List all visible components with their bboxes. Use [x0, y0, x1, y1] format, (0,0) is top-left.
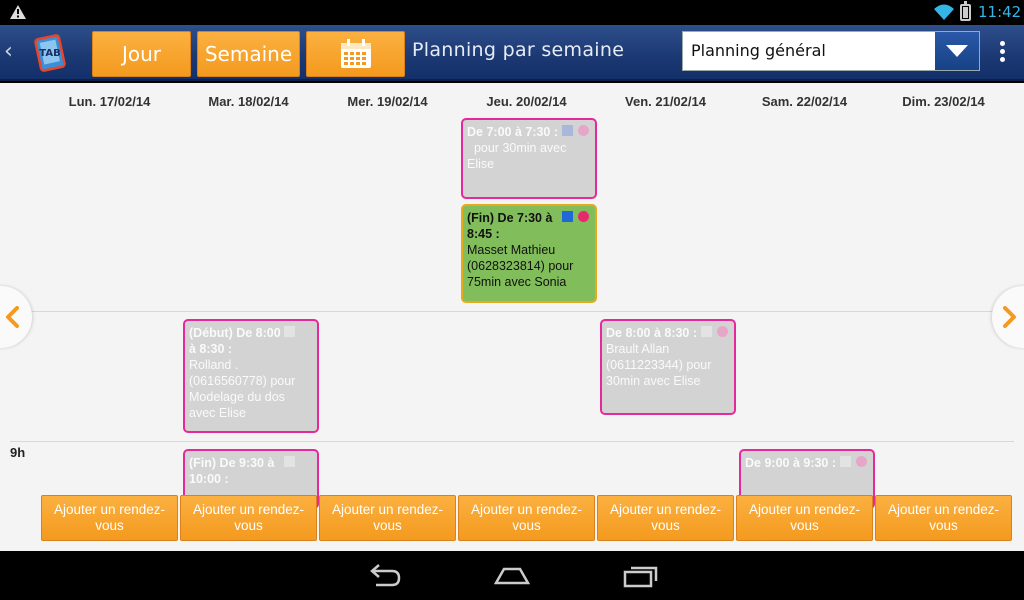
day-view-button[interactable]: Jour: [92, 31, 191, 77]
planning-select[interactable]: Planning général: [682, 31, 980, 71]
calendar-icon: [340, 39, 371, 68]
action-bar: ‹ TAB Jour Semaine Planning par semaine …: [0, 25, 1024, 81]
day-header-wed: Mer. 19/02/14: [347, 94, 428, 109]
day-header-mon: Lun. 17/02/14: [68, 94, 151, 109]
status-square-icon: [562, 125, 573, 136]
add-appointment-mon-button[interactable]: Ajouter un rendez-vous: [41, 495, 178, 541]
wifi-icon: [934, 4, 954, 20]
status-dot-icon: [578, 211, 589, 222]
chevron-left-icon: [6, 306, 19, 328]
add-appointment-wed-button[interactable]: Ajouter un rendez-vous: [319, 495, 456, 541]
add-appointment-sat-button[interactable]: Ajouter un rendez-vous: [736, 495, 873, 541]
status-square-icon: [284, 456, 295, 467]
warning-icon: [10, 5, 26, 19]
back-chevron-icon[interactable]: ‹: [4, 41, 18, 63]
planning-select-value: Planning général: [691, 41, 826, 60]
status-dot-icon: [578, 125, 589, 136]
system-nav-bar: [0, 551, 1024, 600]
add-appointment-fri-button[interactable]: Ajouter un rendez-vous: [597, 495, 734, 541]
hour-line-8h: [10, 311, 1014, 312]
status-square-icon: [562, 211, 573, 222]
week-calendar: Lun. 17/02/14 Mar. 18/02/14 Mer. 19/02/1…: [0, 83, 1024, 551]
add-appointment-tue-button[interactable]: Ajouter un rendez-vous: [180, 495, 317, 541]
hour-label-9h: 9h: [10, 445, 26, 460]
chevron-right-icon: [1003, 306, 1016, 328]
status-square-icon: [701, 326, 712, 337]
status-square-icon: [840, 456, 851, 467]
battery-icon: [960, 1, 971, 21]
chevron-down-icon: [946, 45, 968, 57]
status-dot-icon: [717, 326, 728, 337]
recent-apps-icon[interactable]: [623, 563, 659, 589]
appointment-desc: Brault Allan (0611223344) pour 30min ave…: [606, 342, 712, 388]
appointment-thu-0700[interactable]: De 7:00 à 7:30 : pour 30min avec Elise: [461, 118, 597, 199]
screen: 11:42 ‹ TAB Jour Semaine Planning par se…: [0, 0, 1024, 600]
status-square-icon: [284, 326, 295, 337]
appointment-desc: Rolland . (0616560778) pour Modelage du …: [189, 358, 296, 420]
next-week-button[interactable]: [992, 286, 1024, 348]
add-appointment-sun-button[interactable]: Ajouter un rendez-vous: [875, 495, 1012, 541]
planning-select-toggle[interactable]: [935, 32, 979, 70]
appointment-desc: pour 30min avec Elise: [467, 141, 570, 171]
status-clock: 11:42: [978, 3, 1022, 21]
week-view-button[interactable]: Semaine: [197, 31, 300, 77]
day-header-sat: Sam. 22/02/14: [761, 94, 848, 109]
previous-week-button[interactable]: [0, 286, 32, 348]
day-header-tue: Mar. 18/02/14: [208, 94, 289, 109]
status-dot-icon: [856, 456, 867, 467]
hour-line-9h: [10, 441, 1014, 442]
day-header-thu: Jeu. 20/02/14: [486, 94, 567, 109]
day-header-sun: Dim. 23/02/14: [902, 94, 985, 109]
appointment-tue-0800[interactable]: (Début) De 8:00 à 8:30 : Rolland . (0616…: [183, 319, 319, 433]
home-icon[interactable]: [493, 563, 531, 589]
appointment-thu-0730[interactable]: (Fin) De 7:30 à 8:45 : Masset Mathieu (0…: [461, 204, 597, 303]
back-icon[interactable]: [366, 563, 402, 589]
app-logo-text: TAB: [39, 48, 60, 59]
day-header-fri: Ven. 21/02/14: [625, 94, 706, 109]
status-bar: 11:42: [0, 0, 1024, 25]
appointment-desc: Masset Mathieu (0628323814) pour 75min a…: [467, 243, 574, 289]
appointment-fri-0800[interactable]: De 8:00 à 8:30 : Brault Allan (061122334…: [600, 319, 736, 415]
app-logo-icon[interactable]: TAB: [32, 33, 68, 73]
overflow-menu-icon[interactable]: [998, 41, 1006, 65]
add-appointment-thu-button[interactable]: Ajouter un rendez-vous: [458, 495, 595, 541]
calendar-picker-button[interactable]: [306, 31, 405, 77]
page-title: Planning par semaine: [412, 39, 625, 61]
